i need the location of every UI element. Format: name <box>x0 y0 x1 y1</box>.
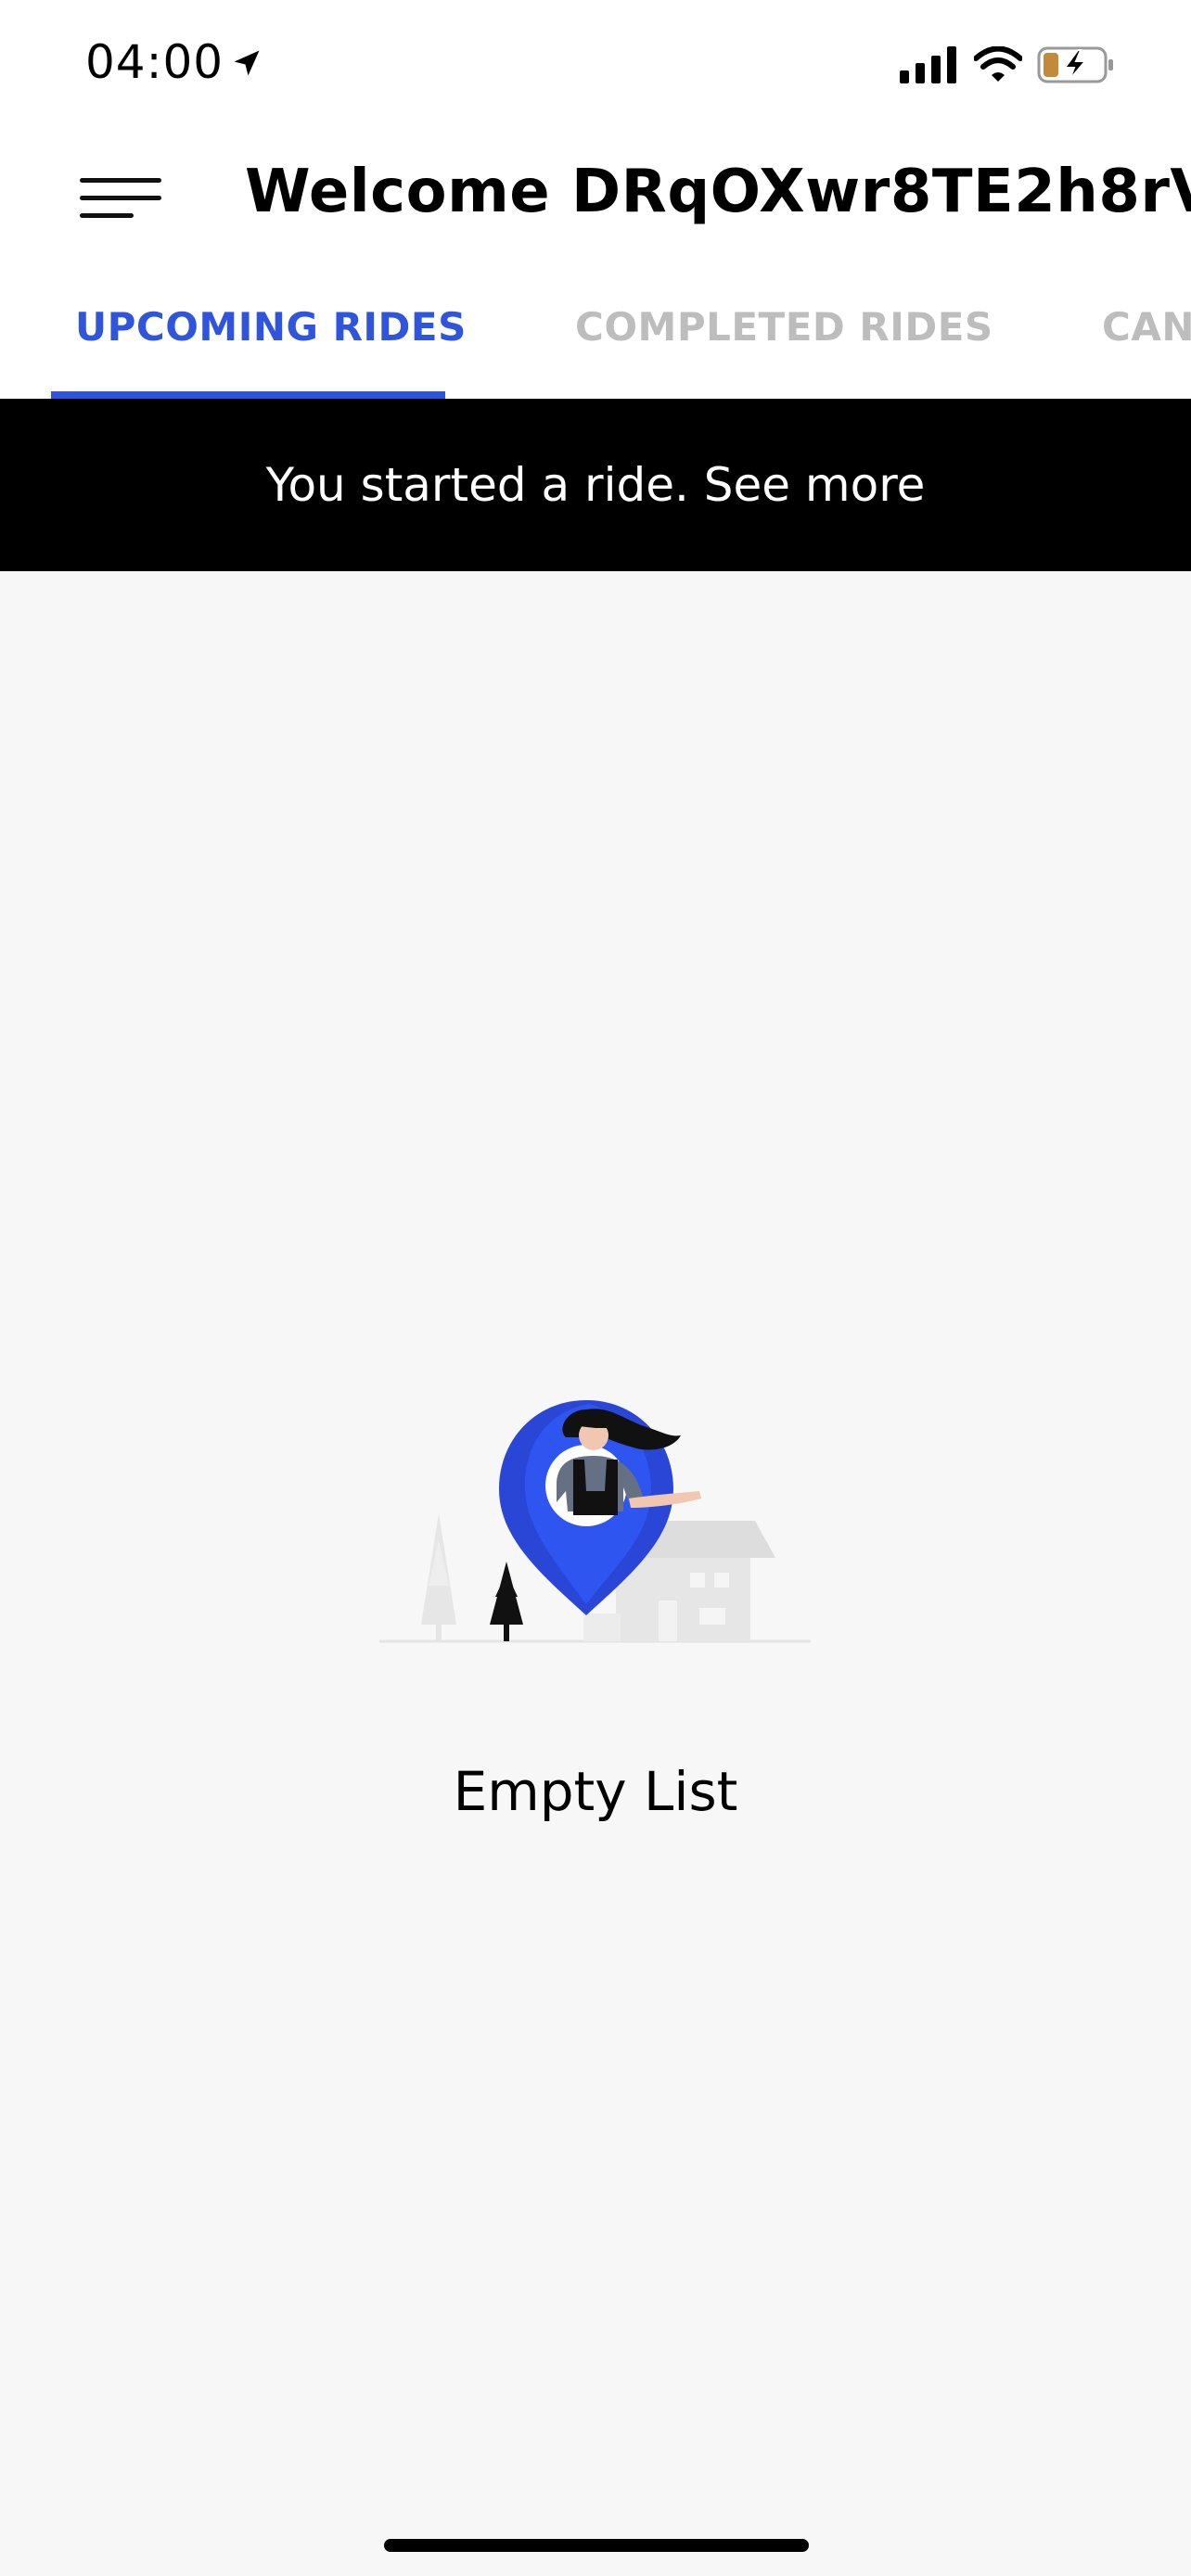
ride-started-banner[interactable]: You started a ride. See more <box>0 399 1191 571</box>
status-time: 04:00 <box>85 35 224 89</box>
hamburger-menu-icon[interactable] <box>80 171 165 226</box>
tab-label: UPCOMING RIDES <box>75 304 467 350</box>
location-arrow-icon <box>234 50 260 76</box>
wifi-icon <box>974 46 1022 82</box>
tab-upcoming-rides[interactable]: UPCOMING RIDES <box>51 293 466 399</box>
battery-charging-icon <box>1037 46 1113 83</box>
active-tab-indicator <box>51 391 445 399</box>
empty-list-text: Empty List <box>453 1760 738 1823</box>
status-bar: 04:00 <box>0 0 1191 130</box>
tab-label: COMPLETED RIDES <box>575 304 993 350</box>
page-title: Welcome DRqOXwr8TE2h8rVQC9 <box>245 158 1191 226</box>
ride-tabs: UPCOMING RIDES COMPLETED RIDES CANCELLED… <box>0 293 1191 399</box>
tab-cancelled-rides[interactable]: CANCELLED RIDES <box>1083 293 1191 399</box>
banner-text: You started a ride. See more <box>265 458 926 512</box>
location-pin-person-illustration <box>379 1400 811 1643</box>
app-bar: Welcome DRqOXwr8TE2h8rVQC9 UPCOMING RIDE… <box>0 130 1191 399</box>
cellular-signal-icon <box>900 46 956 83</box>
home-indicator[interactable] <box>384 2539 809 2552</box>
tab-label: CANCELLED RIDES <box>1102 304 1191 350</box>
tab-completed-rides[interactable]: COMPLETED RIDES <box>557 293 992 399</box>
